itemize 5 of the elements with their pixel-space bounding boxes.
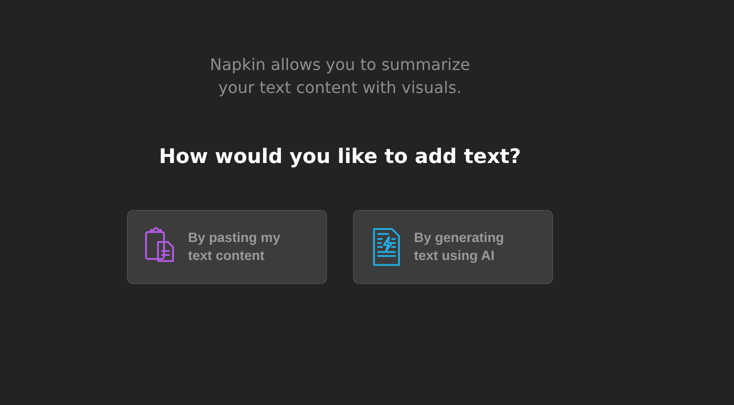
intro-text: Napkin allows you to summarize your text content with visuals.	[208, 54, 472, 99]
document-bolt-icon	[370, 227, 402, 267]
option-card[interactable]: By generating text using AI	[353, 210, 553, 284]
heading: How would you like to add text?	[158, 143, 522, 169]
option-card[interactable]: By pasting my text content	[127, 210, 327, 284]
